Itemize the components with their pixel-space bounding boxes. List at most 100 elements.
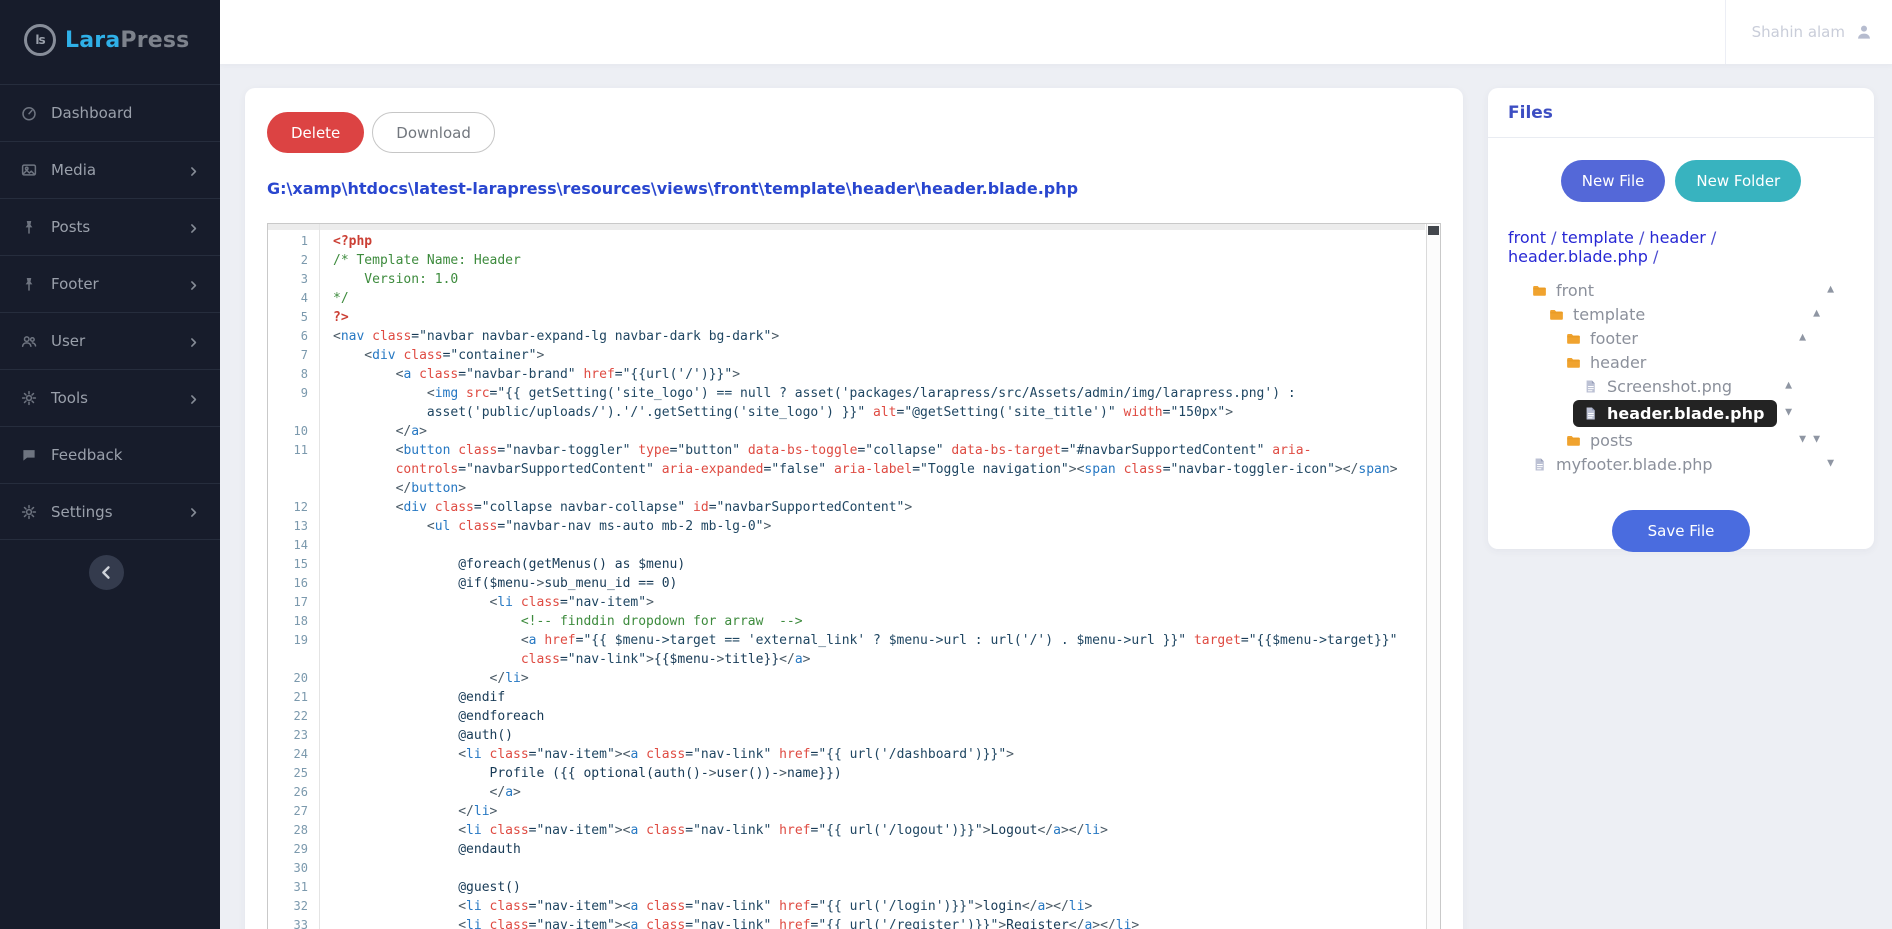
- code-line: 33<li class="nav-item"><a class="nav-lin…: [268, 916, 1425, 929]
- line-number: 5: [268, 308, 319, 327]
- line-number: 13: [268, 517, 319, 536]
- line-number: 3: [268, 270, 319, 289]
- line-number: 16: [268, 574, 319, 593]
- code-text: [319, 859, 1425, 878]
- line-number: 27: [268, 802, 319, 821]
- move-down-icon[interactable]: ▼: [1827, 460, 1834, 469]
- file-tree: front▲template▲footer▲ header Screenshot.p…: [1508, 278, 1854, 476]
- code-text: /* Template Name: Header: [319, 251, 1425, 270]
- folder-icon: [1565, 354, 1582, 371]
- code-pane[interactable]: 1<?php2/* Template Name: Header3Version:…: [268, 232, 1425, 929]
- larapress-logo[interactable]: ls LaraPress: [0, 0, 220, 74]
- code-editor[interactable]: 1<?php2/* Template Name: Header3Version:…: [267, 223, 1441, 929]
- code-line: 18<!-- finddin dropdown for arraw -->: [268, 612, 1425, 631]
- selected-file-highlight: header.blade.php: [1573, 400, 1777, 427]
- topbar: Shahin alam: [220, 0, 1892, 64]
- tree-item-myfooter-blade-php[interactable]: myfooter.blade.php▼: [1508, 452, 1854, 476]
- sidebar-item-settings[interactable]: Settings: [0, 483, 220, 540]
- code-text: <img src="{{ getSetting('site_logo') == …: [319, 384, 1425, 422]
- editor-scrollbar-thumb[interactable]: [1428, 226, 1439, 235]
- sidebar-item-label: User: [51, 332, 85, 350]
- code-line: 7<div class="container">: [268, 346, 1425, 365]
- tree-item-screenshot-png[interactable]: Screenshot.png▲: [1508, 374, 1854, 398]
- tree-item-front[interactable]: front▲: [1508, 278, 1854, 302]
- move-up-icon[interactable]: ▲: [1785, 382, 1792, 391]
- sidebar-item-posts[interactable]: Posts: [0, 198, 220, 255]
- tree-item-header[interactable]: header: [1508, 350, 1854, 374]
- sidebar-item-label: Settings: [51, 503, 113, 521]
- code-text: </li>: [319, 669, 1425, 688]
- tree-item-footer[interactable]: footer▲: [1508, 326, 1854, 350]
- sidebar-collapse-button[interactable]: [89, 555, 124, 590]
- code-line: 32<li class="nav-item"><a class="nav-lin…: [268, 897, 1425, 916]
- brand-text: LaraPress: [65, 28, 189, 53]
- line-number: 9: [268, 384, 319, 422]
- file-icon: [1582, 405, 1599, 422]
- editor-toolbar: Delete Download: [267, 112, 1441, 153]
- code-text: @if($menu->sub_menu_id == 0): [319, 574, 1425, 593]
- breadcrumb-link[interactable]: header.blade.php: [1508, 247, 1648, 266]
- code-text: <button class="navbar-toggler" type="but…: [319, 441, 1425, 498]
- line-number: 12: [268, 498, 319, 517]
- move-down-icon[interactable]: ▼: [1813, 436, 1820, 445]
- line-number: 6: [268, 327, 319, 346]
- breadcrumb-separator: /: [1634, 228, 1650, 247]
- tree-item-header-blade-php[interactable]: header.blade.php ▼: [1508, 398, 1854, 428]
- line-number: 33: [268, 916, 319, 929]
- code-text: @guest(): [319, 878, 1425, 897]
- code-line: 13<ul class="navbar-nav ms-auto mb-2 mb-…: [268, 517, 1425, 536]
- code-text: @auth(): [319, 726, 1425, 745]
- line-number: 11: [268, 441, 319, 498]
- tree-item-template[interactable]: template▲: [1508, 302, 1854, 326]
- breadcrumb-link[interactable]: header: [1649, 228, 1705, 247]
- sidebar-item-tools[interactable]: Tools: [0, 369, 220, 426]
- line-number: 2: [268, 251, 319, 270]
- tree-item-posts[interactable]: posts▼▼: [1508, 428, 1854, 452]
- pin-icon: [20, 275, 38, 293]
- move-down-icon[interactable]: ▼: [1799, 436, 1806, 445]
- breadcrumb-link[interactable]: template: [1562, 228, 1634, 247]
- code-line: 23@auth(): [268, 726, 1425, 745]
- code-text: <li class="nav-item"><a class="nav-link"…: [319, 897, 1425, 916]
- code-line: 17<li class="nav-item">: [268, 593, 1425, 612]
- file-icon: [1531, 456, 1548, 473]
- line-number: 24: [268, 745, 319, 764]
- sidebar-item-label: Dashboard: [51, 104, 132, 122]
- move-up-icon[interactable]: ▲: [1827, 286, 1834, 295]
- new-folder-button[interactable]: New Folder: [1675, 160, 1801, 202]
- line-number: 25: [268, 764, 319, 783]
- breadcrumb-link[interactable]: front: [1508, 228, 1546, 247]
- code-line: 26</a>: [268, 783, 1425, 802]
- code-line: 15@foreach(getMenus() as $menu): [268, 555, 1425, 574]
- sidebar-item-footer[interactable]: Footer: [0, 255, 220, 312]
- sidebar-item-user[interactable]: User: [0, 312, 220, 369]
- code-text: </a>: [319, 422, 1425, 441]
- chevron-right-icon: [187, 392, 200, 405]
- sidebar-item-media[interactable]: Media: [0, 141, 220, 198]
- folder-icon: [1531, 282, 1548, 299]
- sidebar-item-dashboard[interactable]: Dashboard: [0, 84, 220, 141]
- user-menu[interactable]: Shahin alam: [1725, 0, 1874, 64]
- code-text: </a>: [319, 783, 1425, 802]
- line-number: 1: [268, 232, 319, 251]
- line-number: 14: [268, 536, 319, 555]
- code-text: <li class="nav-item"><a class="nav-link"…: [319, 916, 1425, 929]
- move-down-icon[interactable]: ▼: [1785, 409, 1792, 418]
- new-file-button[interactable]: New File: [1561, 160, 1666, 202]
- move-up-icon[interactable]: ▲: [1813, 310, 1820, 319]
- delete-button[interactable]: Delete: [267, 112, 364, 153]
- larapress-logo-icon: ls: [24, 24, 56, 56]
- chat-icon: [20, 446, 38, 464]
- brand-press: Press: [120, 28, 189, 53]
- sidebar-menu: Dashboard MediaPostsFooter User ToolsFeedba…: [0, 84, 220, 540]
- tree-item-label: header: [1590, 353, 1646, 372]
- chevron-right-icon: [187, 221, 200, 234]
- files-panel-body: New File New Folder front / template / h…: [1488, 160, 1874, 552]
- editor-scrollbar[interactable]: [1426, 224, 1440, 929]
- media-icon: [20, 161, 38, 179]
- move-up-icon[interactable]: ▲: [1799, 334, 1806, 343]
- download-button[interactable]: Download: [372, 112, 495, 153]
- save-file-button[interactable]: Save File: [1612, 510, 1750, 552]
- sidebar-item-feedback[interactable]: Feedback: [0, 426, 220, 483]
- code-line: 12<div class="collapse navbar-collapse" …: [268, 498, 1425, 517]
